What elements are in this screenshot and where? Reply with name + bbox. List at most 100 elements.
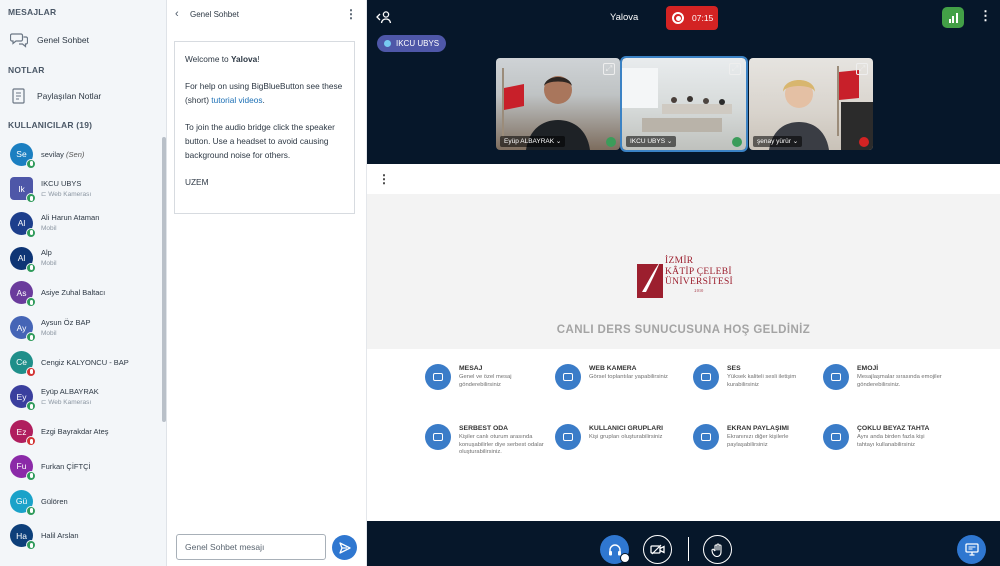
recording-indicator[interactable]: 07:15 <box>666 6 718 30</box>
feature-icon <box>693 364 719 390</box>
user-list-item[interactable]: Ey Eyüp ALBAYRAK ⊏ Web Kamerası <box>10 382 160 412</box>
more-vertical-icon[interactable]: ⋮ <box>345 7 357 21</box>
feature-item: SES Yüksek kaliteli sesli iletişim kurabi… <box>693 364 813 390</box>
microphone-status-icon <box>26 401 36 412</box>
user-name-line: Ezgi Bayrakdar Ateş <box>41 426 109 437</box>
video-user-label[interactable]: şenay yürür ⌄ <box>753 136 803 147</box>
university-logo: İZMİR KÂTİP ÇELEBİ ÜNİVERSİTESİ 2010 <box>636 254 733 300</box>
user-list-item[interactable]: Al Ali Harun Ataman Mobil <box>10 208 160 238</box>
logo-text: İZMİR KÂTİP ÇELEBİ ÜNİVERSİTESİ 2010 <box>665 256 733 293</box>
chat-header: ‹ Genel Sohbet ⋮ <box>167 0 367 30</box>
help-text: . <box>262 95 265 105</box>
video-user-label[interactable]: Eyüp ALBAYRAK ⌄ <box>500 136 566 147</box>
user-name-line: Alp <box>41 247 57 258</box>
avatar-initials: Al <box>17 218 26 229</box>
toggle-userlist-button[interactable] <box>376 10 392 27</box>
video-tile[interactable]: ⤢ Eyüp ALBAYRAK ⌄ <box>496 58 620 150</box>
tutorial-videos-link[interactable]: tutorial videos <box>211 95 262 105</box>
user-list-item[interactable]: As Asiye Zuhal Baltacı <box>10 278 160 308</box>
avatar: Al <box>10 246 36 273</box>
feature-title: EKRAN PAYLAŞIMI <box>727 425 789 432</box>
feature-title: MESAJ <box>459 365 483 372</box>
chat-title[interactable]: Genel Sohbet <box>190 10 239 19</box>
chat-message-input[interactable]: Genel Sohbet mesajı <box>176 534 326 560</box>
user-info: Alp Mobil <box>41 247 57 269</box>
presentation-icon <box>964 543 979 556</box>
presentation-menu-icon[interactable]: ⋮ <box>367 164 401 194</box>
user-list-item[interactable]: Ce Cengiz KALYONCU - BAP <box>10 347 160 377</box>
recording-timer: 07:15 <box>692 13 714 23</box>
feature-text: SERBEST ODA Kişiler canlı oturum arasında… <box>459 424 545 457</box>
user-status-text: Mobil <box>41 329 57 337</box>
audio-help-text: To join the audio bridge click the speak… <box>185 122 335 160</box>
action-bar <box>367 521 1000 566</box>
feature-icon <box>425 364 451 390</box>
video-tile[interactable]: ⤢ IKCU UBYS ⌄ <box>620 56 748 152</box>
video-tile[interactable]: ⤢ şenay yürür ⌄ <box>749 58 873 150</box>
user-list-item[interactable]: Se sevilay (Sen) <box>10 139 160 169</box>
audio-settings-indicator[interactable] <box>620 553 630 563</box>
connection-status-button[interactable] <box>942 7 964 28</box>
signature-text: UZEM <box>185 177 209 187</box>
avatar-initials: Gü <box>15 496 28 506</box>
user-list-item[interactable]: Ha Halil Arslan <box>10 521 160 551</box>
avatar-initials: Ay <box>16 322 27 333</box>
avatar: Ik <box>10 177 36 204</box>
talking-indicator[interactable]: IKCU UBYS <box>377 35 447 52</box>
user-list-item[interactable]: Al Alp Mobil <box>10 243 160 273</box>
chat-bubbles-icon <box>10 31 28 49</box>
user-info: Aysun Öz BAP Mobil <box>41 317 90 339</box>
user-name: Cengiz KALYONCU - BAP <box>41 357 129 367</box>
users-section-title: KULLANICILAR (19) <box>8 120 93 130</box>
expand-video-icon[interactable]: ⤢ <box>603 63 615 75</box>
feature-text: EKRAN PAYLAŞIMI Ekranınızı diğer kişilerl… <box>727 424 813 450</box>
avatar: Gü <box>10 489 36 516</box>
notes-section-title: NOTLAR <box>8 65 45 75</box>
user-info: Asiye Zuhal Baltacı <box>41 287 105 298</box>
presentation-toggle-button[interactable] <box>957 535 986 564</box>
options-menu-icon[interactable]: ⋮ <box>979 8 992 24</box>
expand-video-icon[interactable]: ⤢ <box>729 63 741 75</box>
microphone-status-icon <box>26 297 36 308</box>
user-list-item[interactable]: Gü Gülören <box>10 486 160 516</box>
microphone-status-icon <box>26 193 36 204</box>
user-info: Ezgi Bayrakdar Ateş <box>41 426 109 437</box>
logo-line: ÜNİVERSİTESİ <box>665 277 733 287</box>
user-info: Gülören <box>41 496 68 507</box>
chevron-left-icon[interactable]: ‹ <box>175 8 179 20</box>
microphone-status-icon <box>26 540 36 551</box>
feature-text: SES Yüksek kaliteli sesli iletişim kurabi… <box>727 364 813 390</box>
shared-notes-link[interactable]: Paylaşılan Notlar <box>10 87 101 105</box>
send-button[interactable] <box>332 535 357 560</box>
notes-icon <box>10 87 28 105</box>
microphone-icon <box>606 137 616 147</box>
feature-description: Kişiler canlı oturum arasında konuşabili… <box>459 434 544 455</box>
presentation-area[interactable]: İZMİR KÂTİP ÇELEBİ ÜNİVERSİTESİ 2010 CAN… <box>367 164 1000 521</box>
hand-icon <box>711 542 722 557</box>
send-icon <box>338 541 351 554</box>
video-user-label[interactable]: IKCU UBYS ⌄ <box>626 136 677 147</box>
user-list-item[interactable]: Ez Ezgi Bayrakdar Ateş <box>10 417 160 447</box>
user-list-icon <box>376 11 392 24</box>
feature-text: WEB KAMERA Görsel toplantılar yapabilirsi… <box>589 364 675 390</box>
raise-hand-button[interactable] <box>703 535 732 564</box>
user-name: IKCU UBYS <box>41 178 82 188</box>
microphone-icon <box>732 137 742 147</box>
camera-button[interactable] <box>643 535 672 564</box>
user-list-item[interactable]: Ay Aysun Öz BAP Mobil <box>10 313 160 343</box>
microphone-status-icon <box>26 262 36 273</box>
messages-section-title: MESAJLAR <box>8 7 57 17</box>
public-chat-link[interactable]: Genel Sohbet <box>10 31 89 49</box>
feature-item: ÇOKLU BEYAZ TAHTA Aynı anda birden fazla … <box>823 424 943 450</box>
user-list-item[interactable]: Fu Furkan ÇİFTÇİ <box>10 451 160 481</box>
logo-line: KÂTİP ÇELEBİ <box>665 266 732 277</box>
feature-item: KULLANICI GRUPLARI Kişi grupları oluştura… <box>555 424 675 450</box>
headphones-icon <box>608 544 621 556</box>
feature-description: Aynı anda birden fazla kişi tahtayı kull… <box>857 434 925 448</box>
feature-description: Yüksek kaliteli sesli iletişim kurabilir… <box>727 374 797 388</box>
user-info: Ali Harun Ataman Mobil <box>41 212 99 234</box>
user-list-item[interactable]: Ik IKCU UBYS ⊏ Web Kamerası <box>10 174 160 204</box>
feature-text: ÇOKLU BEYAZ TAHTA Aynı anda birden fazla … <box>857 424 943 450</box>
user-list-scrollbar[interactable] <box>162 137 166 422</box>
expand-video-icon[interactable]: ⤢ <box>856 63 868 75</box>
